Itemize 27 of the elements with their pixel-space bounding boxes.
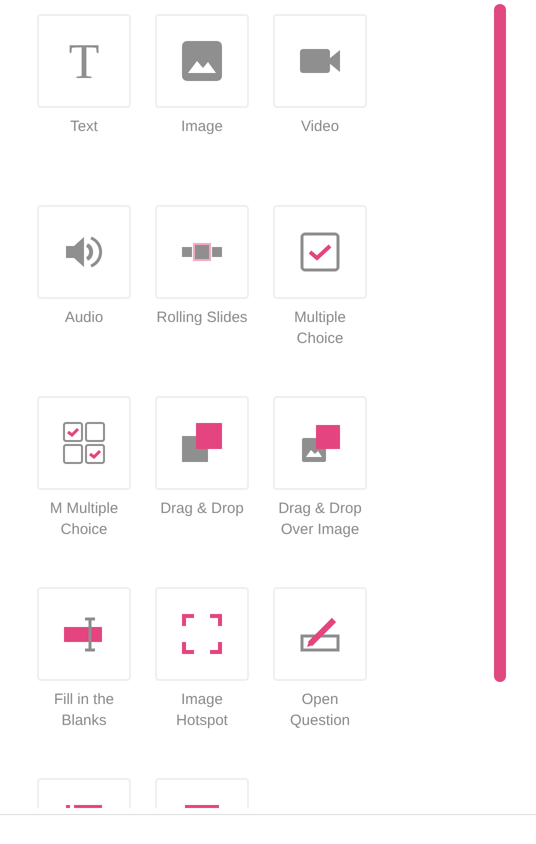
element-tile[interactable] <box>155 396 249 490</box>
element-label: Drag & Drop <box>159 499 245 519</box>
element-label: Rolling Slides <box>156 308 248 328</box>
element-label: Image Hotspot <box>175 690 229 731</box>
element-label: Open Question <box>288 690 352 731</box>
element-tile[interactable] <box>273 205 367 299</box>
element-tile[interactable] <box>155 14 249 108</box>
scrollbar[interactable] <box>494 4 506 682</box>
element-label: Fill in the Blanks <box>52 690 116 731</box>
text-glyph-icon: T <box>68 36 100 86</box>
element-tile[interactable] <box>273 14 367 108</box>
element-tile[interactable]: T <box>37 14 131 108</box>
element-tile[interactable] <box>273 587 367 681</box>
element-label: Text <box>69 117 99 137</box>
element-label: Audio <box>64 308 104 328</box>
element-tile[interactable] <box>37 205 131 299</box>
element-label: Video <box>300 117 340 137</box>
element-tile[interactable] <box>155 587 249 681</box>
element-tile[interactable] <box>37 587 131 681</box>
element-label: M Multiple Choice <box>48 499 120 540</box>
element-tile[interactable] <box>273 396 367 490</box>
element-tile[interactable] <box>37 396 131 490</box>
element-label: Multiple Choice <box>293 308 347 349</box>
element-label: Drag & Drop Over Image <box>277 499 363 540</box>
element-label: Image <box>180 117 224 137</box>
element-tile[interactable] <box>155 205 249 299</box>
checkbox-grid-icon <box>60 419 108 467</box>
